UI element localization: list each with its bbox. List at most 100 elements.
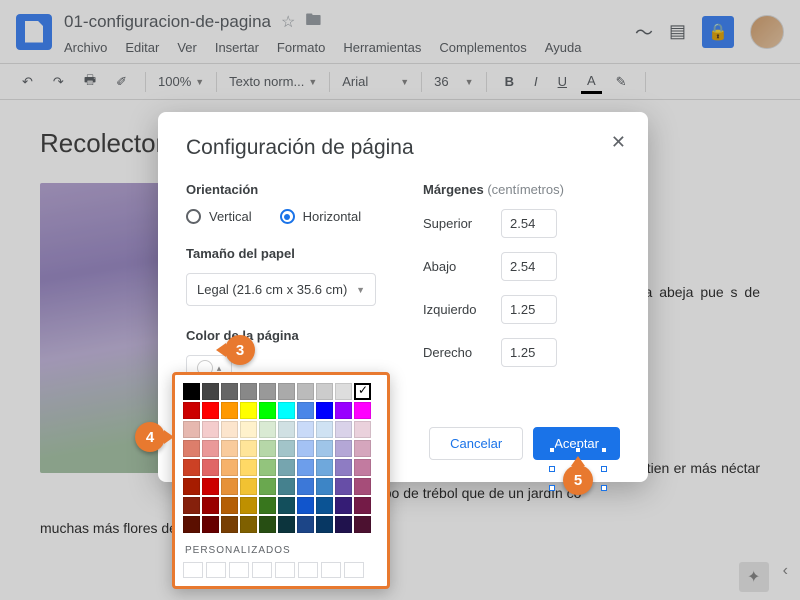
color-swatch[interactable] bbox=[316, 459, 333, 476]
margin-left-input[interactable] bbox=[501, 295, 557, 324]
color-swatch[interactable] bbox=[297, 440, 314, 457]
color-swatch[interactable] bbox=[259, 516, 276, 533]
paper-size-select[interactable]: Legal (21.6 cm x 35.6 cm)▼ bbox=[186, 273, 376, 306]
menu-complementos[interactable]: Complementos bbox=[439, 40, 526, 55]
activity-icon[interactable]: 〜 bbox=[635, 19, 653, 45]
color-swatch[interactable] bbox=[335, 440, 352, 457]
color-swatch[interactable] bbox=[335, 383, 352, 400]
text-color-button[interactable]: A bbox=[581, 70, 602, 94]
bold-button[interactable]: B bbox=[499, 70, 520, 93]
color-swatch[interactable] bbox=[259, 459, 276, 476]
color-swatch[interactable] bbox=[240, 402, 257, 419]
color-swatch[interactable] bbox=[240, 478, 257, 495]
custom-color-slot[interactable] bbox=[252, 562, 272, 578]
color-swatch[interactable] bbox=[221, 383, 238, 400]
color-swatch[interactable] bbox=[183, 459, 200, 476]
redo-icon[interactable]: ↷ bbox=[47, 70, 70, 94]
color-swatch[interactable] bbox=[221, 516, 238, 533]
fontsize-dropdown[interactable]: 36▼ bbox=[434, 74, 473, 89]
chevron-left-icon[interactable]: ‹ bbox=[783, 562, 788, 592]
color-swatch[interactable] bbox=[183, 516, 200, 533]
menu-insertar[interactable]: Insertar bbox=[215, 40, 259, 55]
color-swatch[interactable] bbox=[354, 383, 371, 400]
color-swatch[interactable] bbox=[221, 497, 238, 514]
color-swatch[interactable] bbox=[297, 383, 314, 400]
user-avatar[interactable] bbox=[750, 15, 784, 49]
color-swatch[interactable] bbox=[297, 402, 314, 419]
color-swatch[interactable] bbox=[316, 497, 333, 514]
custom-color-slot[interactable] bbox=[321, 562, 341, 578]
zoom-dropdown[interactable]: 100%▼ bbox=[158, 74, 204, 89]
cancel-button[interactable]: Cancelar bbox=[429, 427, 523, 460]
color-swatch[interactable] bbox=[221, 440, 238, 457]
color-swatch[interactable] bbox=[202, 402, 219, 419]
color-swatch[interactable] bbox=[240, 497, 257, 514]
italic-button[interactable]: I bbox=[528, 70, 544, 93]
color-swatch[interactable] bbox=[297, 421, 314, 438]
color-swatch[interactable] bbox=[335, 478, 352, 495]
color-swatch[interactable] bbox=[221, 459, 238, 476]
color-swatch[interactable] bbox=[278, 516, 295, 533]
color-swatch[interactable] bbox=[297, 516, 314, 533]
undo-icon[interactable]: ↶ bbox=[16, 70, 39, 94]
color-swatch[interactable] bbox=[297, 478, 314, 495]
share-button[interactable]: 🔒 bbox=[702, 16, 734, 48]
print-icon[interactable]: 🖶 bbox=[78, 67, 102, 97]
custom-color-slot[interactable] bbox=[275, 562, 295, 578]
font-dropdown[interactable]: Arial▼ bbox=[342, 74, 409, 89]
color-swatch[interactable] bbox=[259, 478, 276, 495]
color-swatch[interactable] bbox=[221, 402, 238, 419]
color-swatch[interactable] bbox=[259, 440, 276, 457]
margin-right-input[interactable] bbox=[501, 338, 557, 367]
color-swatch[interactable] bbox=[335, 497, 352, 514]
color-swatch[interactable] bbox=[202, 421, 219, 438]
custom-color-slot[interactable] bbox=[229, 562, 249, 578]
color-swatch[interactable] bbox=[278, 459, 295, 476]
color-swatch[interactable] bbox=[183, 383, 200, 400]
color-swatch[interactable] bbox=[259, 402, 276, 419]
menu-editar[interactable]: Editar bbox=[125, 40, 159, 55]
color-swatch[interactable] bbox=[354, 402, 371, 419]
color-swatch[interactable] bbox=[183, 440, 200, 457]
color-swatch[interactable] bbox=[278, 440, 295, 457]
custom-color-slot[interactable] bbox=[206, 562, 226, 578]
comments-icon[interactable]: ▤ bbox=[669, 21, 686, 42]
color-swatch[interactable] bbox=[297, 459, 314, 476]
color-swatch[interactable] bbox=[316, 402, 333, 419]
highlight-button[interactable]: ✎ bbox=[610, 70, 633, 94]
color-swatch[interactable] bbox=[354, 459, 371, 476]
color-swatch[interactable] bbox=[278, 421, 295, 438]
underline-button[interactable]: U bbox=[552, 70, 573, 93]
color-swatch[interactable] bbox=[259, 421, 276, 438]
color-swatch[interactable] bbox=[316, 440, 333, 457]
color-swatch[interactable] bbox=[335, 402, 352, 419]
color-swatch[interactable] bbox=[316, 421, 333, 438]
color-swatch[interactable] bbox=[202, 478, 219, 495]
color-swatch[interactable] bbox=[240, 421, 257, 438]
color-swatch[interactable] bbox=[316, 516, 333, 533]
menu-ayuda[interactable]: Ayuda bbox=[545, 40, 582, 55]
star-icon[interactable]: ☆ bbox=[281, 12, 295, 32]
close-icon[interactable]: ✕ bbox=[611, 132, 626, 153]
color-swatch[interactable] bbox=[240, 440, 257, 457]
menu-herramientas[interactable]: Herramientas bbox=[343, 40, 421, 55]
document-title[interactable]: 01-configuracion-de-pagina bbox=[64, 12, 271, 32]
orientation-vertical-radio[interactable]: Vertical bbox=[186, 209, 252, 224]
margin-bottom-input[interactable] bbox=[501, 252, 557, 281]
color-swatch[interactable] bbox=[240, 516, 257, 533]
color-swatch[interactable] bbox=[202, 516, 219, 533]
style-dropdown[interactable]: Texto norm...▼ bbox=[229, 74, 317, 89]
color-swatch[interactable] bbox=[354, 478, 371, 495]
color-swatch[interactable] bbox=[183, 402, 200, 419]
color-swatch[interactable] bbox=[278, 497, 295, 514]
color-swatch[interactable] bbox=[259, 383, 276, 400]
color-swatch[interactable] bbox=[278, 478, 295, 495]
color-swatch[interactable] bbox=[202, 440, 219, 457]
color-swatch[interactable] bbox=[202, 383, 219, 400]
color-swatch[interactable] bbox=[259, 497, 276, 514]
folder-icon[interactable]: 🖿 bbox=[305, 9, 321, 36]
custom-color-slot[interactable] bbox=[344, 562, 364, 578]
color-swatch[interactable] bbox=[240, 459, 257, 476]
color-swatch[interactable] bbox=[316, 478, 333, 495]
color-swatch[interactable] bbox=[202, 497, 219, 514]
